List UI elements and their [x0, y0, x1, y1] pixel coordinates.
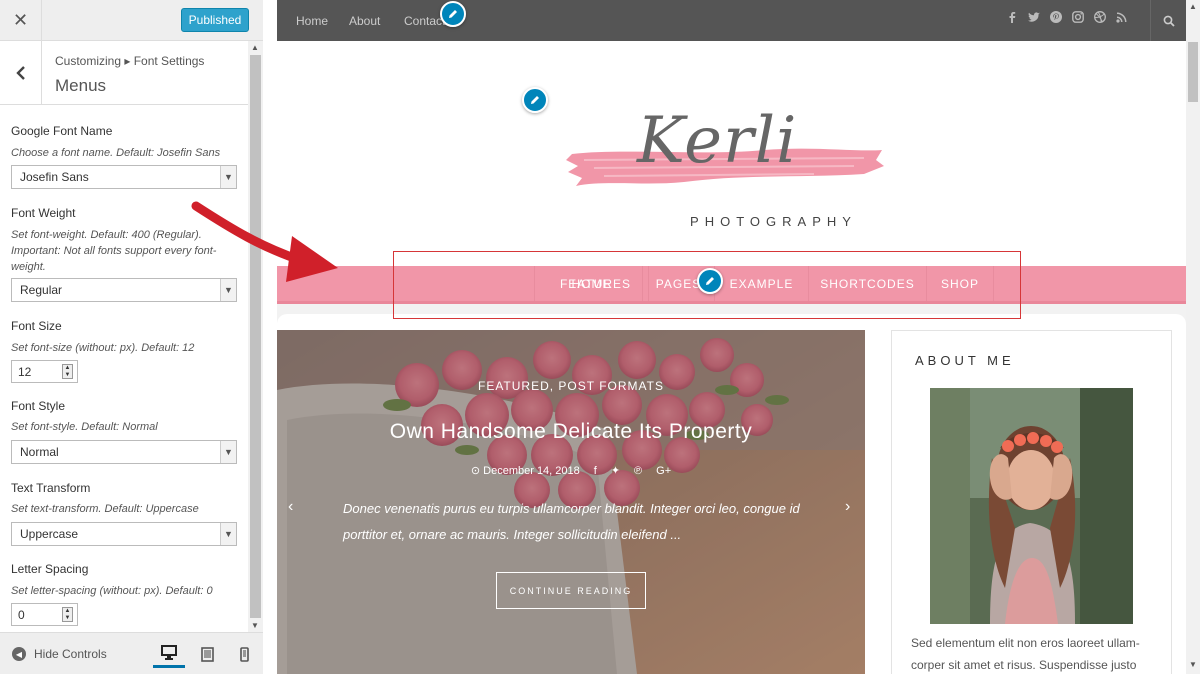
back-arrow-icon[interactable] [0, 41, 42, 105]
font-weight-value: Regular [20, 283, 63, 297]
letter-spacing-value: 0 [18, 608, 25, 622]
post-meta: ⊙ December 14, 2018 f ✦ ℗ G+ [277, 464, 865, 478]
topnav-about[interactable]: About [349, 14, 380, 28]
scroll-up-icon[interactable]: ▲ [251, 43, 259, 52]
post-title[interactable]: Own Handsome Delicate Its Property [277, 420, 865, 444]
preview-scrollbar[interactable]: ▲ ▼ [1186, 0, 1200, 674]
about-photo [930, 388, 1133, 624]
scrollbar-thumb[interactable] [1188, 42, 1198, 102]
font-weight-select[interactable]: Regular ▼ [11, 278, 237, 302]
letter-spacing-label: Letter Spacing [11, 562, 89, 576]
scroll-down-icon[interactable]: ▼ [251, 621, 259, 630]
rss-icon[interactable] [1116, 11, 1128, 23]
site-tagline: PHOTOGRAPHY [690, 214, 857, 229]
mobile-preview-icon[interactable] [228, 640, 260, 668]
instagram-icon[interactable] [1072, 11, 1084, 23]
topnav-home[interactable]: Home [296, 14, 328, 28]
site-logo[interactable]: Kerli [637, 104, 798, 178]
controls-list: Google Font Name Choose a font name. Def… [0, 106, 248, 632]
text-transform-label: Text Transform [11, 481, 91, 495]
font-style-select[interactable]: Normal ▼ [11, 440, 237, 464]
section-title: Menus [55, 76, 107, 95]
font-name-desc: Choose a font name. Default: Josefin San… [11, 147, 221, 159]
scroll-up-icon[interactable]: ▲ [1189, 2, 1197, 11]
edit-shortcut-menu[interactable] [697, 268, 723, 294]
search-icon[interactable] [1150, 0, 1186, 41]
font-name-label: Google Font Name [11, 124, 113, 138]
edit-shortcut-topnav[interactable] [440, 1, 466, 27]
social-icons [1006, 11, 1128, 23]
post-categories[interactable]: FEATURED, POST FORMATS [277, 379, 865, 393]
twitter-icon[interactable] [1028, 11, 1040, 23]
about-text: Sed elementum elit non eros laoreet ulla… [911, 636, 1140, 672]
chevron-down-icon: ▼ [220, 279, 236, 301]
font-style-desc: Set font-style. Default: Normal [11, 421, 158, 433]
top-bar: Home About Contact [277, 0, 1186, 41]
letter-spacing-input[interactable]: 0 ▲ ▼ [11, 603, 78, 626]
customizer-panel: ✕ Published Customizing ▸ Font Settings … [0, 0, 263, 674]
pencil-icon [449, 10, 457, 18]
font-size-value: 12 [18, 365, 32, 379]
breadcrumb: Customizing ▸ Font Settings [55, 54, 205, 68]
pencil-icon [531, 96, 539, 104]
font-size-input[interactable]: 12 ▲ ▼ [11, 360, 78, 383]
about-widget: ABOUT ME Sed elementum elit non eros lao… [891, 330, 1172, 674]
customizer-topbar: ✕ Published [0, 0, 263, 41]
tablet-preview-icon[interactable] [191, 640, 223, 668]
post-excerpt: Donec venenatis purus eu turpis ullamcor… [343, 501, 800, 542]
share-google-plus-icon[interactable]: G+ [656, 465, 671, 477]
collapse-icon: ◀ [12, 647, 26, 661]
clock-icon: ⊙ [470, 465, 481, 477]
scroll-down-icon[interactable]: ▼ [1189, 660, 1197, 669]
share-twitter-icon[interactable]: ✦ [611, 464, 620, 477]
spinner-icon[interactable]: ▲ ▼ [62, 607, 73, 622]
font-name-select[interactable]: Josefin Sans ▼ [11, 165, 237, 189]
next-arrow-icon[interactable]: › [845, 498, 850, 516]
font-name-value: Josefin Sans [20, 170, 89, 184]
topnav-contact[interactable]: Contact [404, 14, 445, 28]
post-date: December 14, 2018 [483, 465, 580, 477]
chevron-down-icon: ▼ [220, 441, 236, 463]
text-transform-select[interactable]: Uppercase ▼ [11, 522, 237, 546]
font-style-value: Normal [20, 445, 59, 459]
featured-slider: FEATURED, POST FORMATS Own Handsome Deli… [277, 330, 865, 674]
share-facebook-icon[interactable]: f [594, 465, 597, 477]
chevron-down-icon: ▼ [220, 166, 236, 188]
edit-shortcut-logo[interactable] [522, 87, 548, 113]
chevron-down-icon: ▼ [220, 523, 236, 545]
post-date-wrap: ⊙ December 14, 2018 [471, 464, 580, 477]
letter-spacing-desc: Set letter-spacing (without: px). Defaul… [11, 585, 213, 597]
font-weight-desc: Set font-weight. Default: 400 (Regular).… [11, 229, 217, 273]
section-header: Customizing ▸ Font Settings Menus [0, 41, 248, 105]
text-transform-desc: Set text-transform. Default: Uppercase [11, 503, 199, 515]
about-title: ABOUT ME [915, 353, 1015, 368]
desktop-preview-icon[interactable] [153, 640, 185, 668]
prev-arrow-icon[interactable]: ‹ [288, 498, 293, 516]
font-size-desc: Set font-size (without: px). Default: 12 [11, 342, 195, 354]
font-weight-label: Font Weight [11, 206, 76, 220]
continue-reading-button[interactable]: CONTINUE READING [496, 572, 646, 609]
customizer-footer: ◀ Hide Controls [0, 632, 263, 674]
text-transform-value: Uppercase [20, 527, 79, 541]
pencil-icon [706, 277, 714, 285]
dribbble-icon[interactable] [1094, 11, 1106, 23]
facebook-icon[interactable] [1006, 11, 1018, 23]
customizer-scrollbar[interactable]: ▲ ▼ [248, 41, 263, 632]
hide-controls-label: Hide Controls [34, 647, 107, 661]
published-button[interactable]: Published [181, 8, 249, 32]
hide-controls-button[interactable]: ◀ Hide Controls [12, 647, 107, 661]
font-size-label: Font Size [11, 319, 62, 333]
scrollbar-thumb[interactable] [250, 55, 261, 618]
site-header: Kerli PHOTOGRAPHY [277, 41, 1186, 267]
font-style-label: Font Style [11, 399, 66, 413]
share-pinterest-icon[interactable]: ℗ [634, 465, 642, 477]
spinner-icon[interactable]: ▲ ▼ [62, 364, 73, 379]
close-icon[interactable]: ✕ [0, 0, 42, 41]
pinterest-icon[interactable] [1050, 11, 1062, 23]
